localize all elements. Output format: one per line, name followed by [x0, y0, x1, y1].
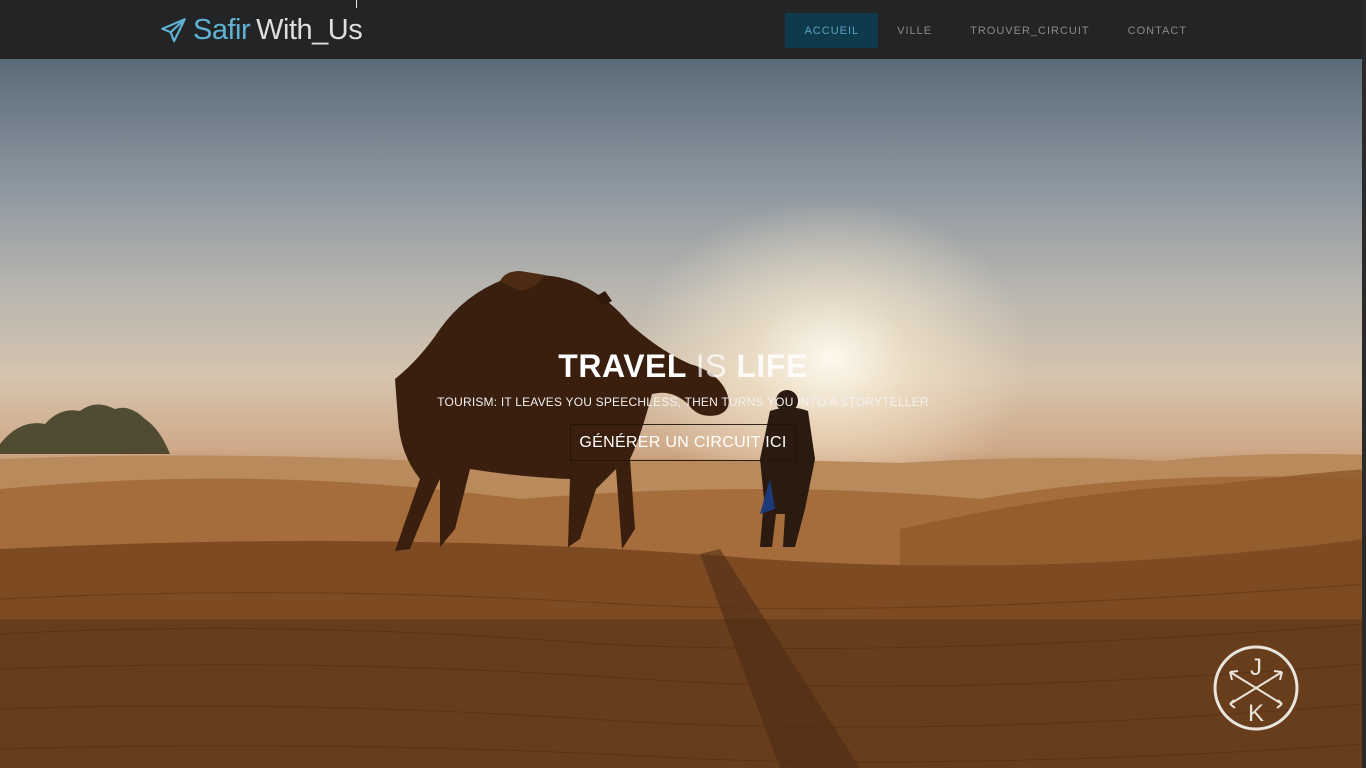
hero-title-word-2: IS [695, 348, 727, 385]
paper-plane-icon [161, 17, 186, 42]
top-navbar: Safir With_Us ACCUEIL VILLE TROUVER_CIRC… [0, 0, 1366, 59]
logo-letter-j: J [1250, 654, 1262, 681]
hero-title-word-1: TRAVEL [558, 348, 687, 385]
distant-trees [0, 404, 170, 454]
nav-item-contact[interactable]: CONTACT [1109, 13, 1206, 48]
brand-name-secondary: With_Us [256, 13, 363, 46]
page-scrollbar[interactable] [1362, 0, 1366, 768]
logo-letter-k: K [1248, 700, 1264, 727]
brand-logo-link[interactable]: Safir With_Us [160, 12, 363, 48]
desert-camel-background-image [0, 271, 1366, 768]
generate-circuit-button[interactable]: GÉNÉRER UN CIRCUIT ICI [570, 424, 796, 461]
nav-item-ville[interactable]: VILLE [878, 13, 951, 48]
main-nav: ACCUEIL VILLE TROUVER_CIRCUIT CONTACT [785, 13, 1206, 48]
text-cursor [356, 0, 357, 8]
hero-section: TRAVEL IS LIFE TOURISM: IT LEAVES YOU SP… [0, 59, 1366, 768]
nav-item-trouver-circuit[interactable]: TROUVER_CIRCUIT [951, 13, 1109, 48]
jk-crossed-arrows-logo[interactable]: J K [1212, 644, 1300, 732]
hero-title-word-3: LIFE [736, 348, 808, 385]
hero-title: TRAVEL IS LIFE [0, 348, 1366, 385]
brand-name-primary: Safir [193, 13, 251, 46]
hero-subtitle: TOURISM: IT LEAVES YOU SPEECHLESS, THEN … [437, 395, 929, 409]
nav-item-accueil[interactable]: ACCUEIL [785, 13, 879, 48]
